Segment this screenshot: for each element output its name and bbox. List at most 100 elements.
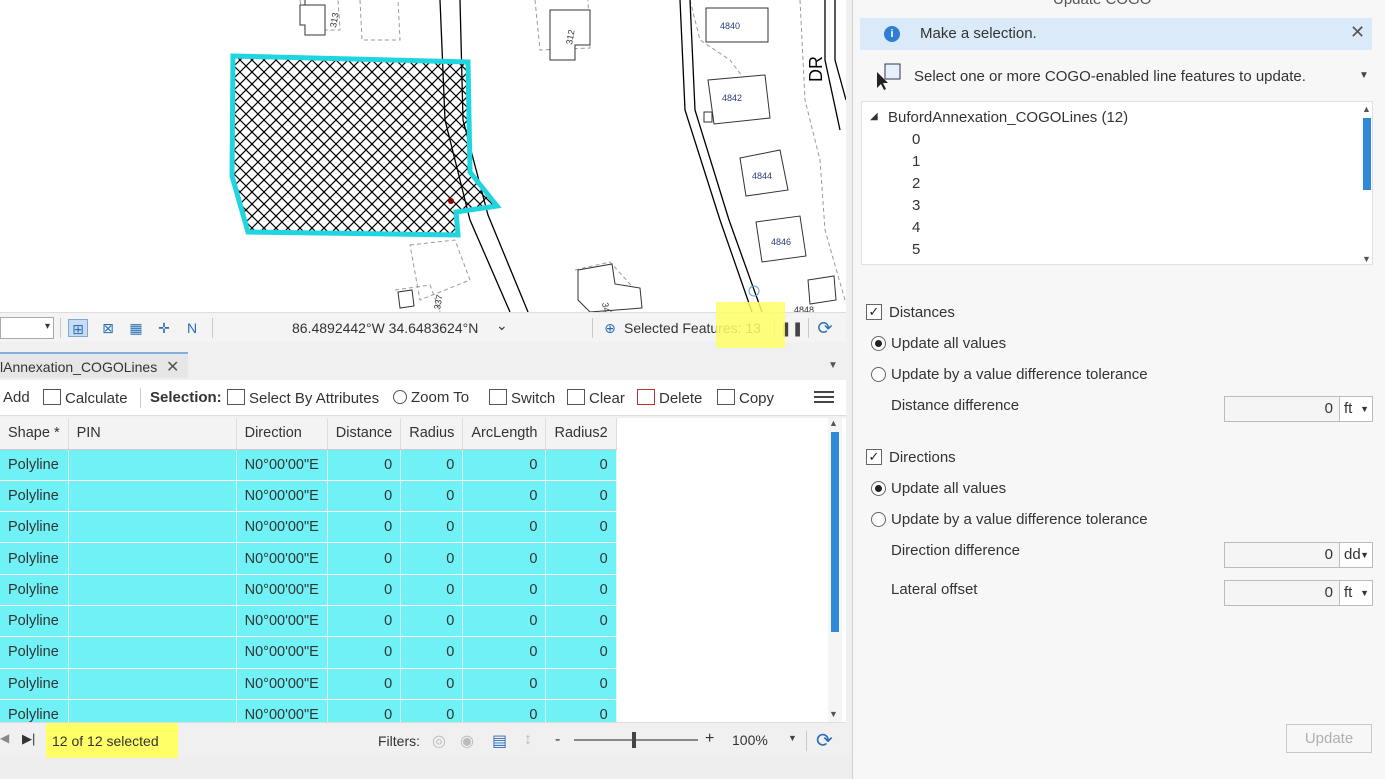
refresh-icon[interactable]: ⟳ bbox=[815, 319, 835, 337]
table-cell[interactable]: 0 bbox=[327, 511, 402, 544]
tree-layer[interactable]: BufordAnnexation_COGOLines (12) bbox=[888, 109, 1128, 126]
north-arrow-icon[interactable]: N bbox=[182, 319, 202, 337]
tab-cogolines[interactable]: lAnnexation_COGOLines ✕ bbox=[0, 352, 188, 378]
distances-checkbox[interactable]: ✓ bbox=[866, 304, 882, 320]
table-cell[interactable] bbox=[68, 605, 237, 638]
table-row[interactable]: Polyline N0°00'00"E 0 0 0 0 bbox=[0, 668, 617, 700]
table-cell[interactable]: 0 bbox=[400, 699, 464, 722]
table-cell[interactable]: 0 bbox=[327, 542, 402, 575]
add-button[interactable]: Add bbox=[3, 389, 30, 406]
lateral-offset-input[interactable]: 0 bbox=[1224, 580, 1340, 606]
table-cell[interactable]: 0 bbox=[462, 574, 547, 606]
table-cell[interactable]: 0 bbox=[327, 449, 402, 481]
zoom-slider[interactable] bbox=[574, 739, 698, 741]
scale-dropdown[interactable]: ▾ bbox=[0, 317, 54, 339]
tree-item[interactable]: 2 bbox=[912, 175, 920, 192]
table-cell[interactable]: 0 bbox=[327, 668, 402, 700]
table-cell[interactable] bbox=[68, 449, 237, 481]
map-canvas[interactable]: 313 312 4840 4842 4844 4846 346 337 4848… bbox=[0, 0, 846, 312]
table-cell[interactable]: 0 bbox=[462, 542, 547, 575]
table-cell[interactable] bbox=[68, 480, 237, 513]
table-row[interactable]: Polyline N0°00'00"E 0 0 0 0 bbox=[0, 449, 617, 481]
table-row[interactable]: Polyline N0°00'00"E 0 0 0 0 bbox=[0, 636, 617, 669]
grid-snap-icon[interactable]: ⊞ bbox=[68, 319, 88, 337]
distances-tolerance-radio[interactable] bbox=[871, 367, 886, 382]
grid-tool-icon[interactable]: ⊠ bbox=[98, 319, 118, 337]
table-cell[interactable]: 0 bbox=[545, 542, 617, 575]
chevron-down-icon[interactable]: ▼ bbox=[828, 360, 838, 371]
delete-button[interactable]: Delete bbox=[637, 389, 702, 407]
table-cell[interactable]: N0°00'00"E bbox=[236, 636, 328, 669]
tree-item[interactable]: 0 bbox=[912, 131, 920, 148]
zoom-to-button[interactable]: Zoom To bbox=[393, 389, 469, 406]
table-cell[interactable]: 0 bbox=[545, 574, 617, 606]
table-cell[interactable]: N0°00'00"E bbox=[236, 605, 328, 638]
table-cell[interactable]: 0 bbox=[462, 699, 547, 722]
table-cell[interactable]: Polyline bbox=[0, 636, 69, 669]
table-cell[interactable]: Polyline bbox=[0, 574, 69, 606]
table-cell[interactable]: 0 bbox=[545, 480, 617, 513]
direction-difference-input[interactable]: 0 bbox=[1224, 542, 1340, 568]
table-cell[interactable]: Polyline bbox=[0, 449, 69, 481]
chevron-down-icon[interactable]: ⌄ bbox=[496, 317, 508, 334]
tree-item[interactable]: 1 bbox=[912, 153, 920, 170]
table-cell[interactable]: Polyline bbox=[0, 511, 69, 544]
menu-icon[interactable] bbox=[814, 388, 834, 406]
table-cell[interactable]: N0°00'00"E bbox=[236, 511, 328, 544]
update-button[interactable]: Update bbox=[1286, 724, 1372, 753]
table-row[interactable]: Polyline N0°00'00"E 0 0 0 0 bbox=[0, 480, 617, 513]
table-cell[interactable]: N0°00'00"E bbox=[236, 699, 328, 722]
table-row[interactable]: Polyline N0°00'00"E 0 0 0 0 bbox=[0, 511, 617, 544]
distances-update-all-radio[interactable] bbox=[871, 336, 886, 351]
table-cell[interactable]: N0°00'00"E bbox=[236, 449, 328, 481]
select-tool-icon[interactable] bbox=[875, 62, 903, 90]
tree-item[interactable]: 4 bbox=[912, 219, 920, 236]
table-cell[interactable]: 0 bbox=[462, 511, 547, 544]
scroll-thumb[interactable] bbox=[1363, 118, 1371, 190]
table-cell[interactable]: 0 bbox=[545, 449, 617, 481]
zoom-out-button[interactable]: - bbox=[555, 731, 560, 749]
directions-tolerance-radio[interactable] bbox=[871, 512, 886, 527]
copy-button[interactable]: Copy bbox=[717, 389, 774, 407]
prev-icon[interactable]: ◀ bbox=[0, 731, 9, 745]
column-header[interactable]: Distance bbox=[327, 418, 402, 450]
distance-difference-input[interactable]: 0 bbox=[1224, 396, 1340, 422]
table-cell[interactable]: N0°00'00"E bbox=[236, 574, 328, 606]
column-header[interactable]: PIN bbox=[68, 418, 237, 450]
table-cell[interactable]: Polyline bbox=[0, 699, 69, 722]
table-cell[interactable]: 0 bbox=[327, 605, 402, 638]
column-header[interactable]: Shape * bbox=[0, 418, 69, 450]
table-row[interactable]: Polyline N0°00'00"E 0 0 0 0 bbox=[0, 574, 617, 606]
sort-icon[interactable]: ↕ bbox=[524, 731, 532, 749]
table-grid-icon[interactable]: ▦ bbox=[126, 319, 146, 337]
table-cell[interactable] bbox=[68, 574, 237, 606]
scroll-thumb[interactable] bbox=[831, 432, 839, 632]
chevron-down-icon[interactable]: ▼ bbox=[1359, 70, 1369, 81]
table-cell[interactable]: 0 bbox=[327, 636, 402, 669]
filter-visible-icon[interactable]: ◉ bbox=[460, 731, 474, 751]
table-cell[interactable]: N0°00'00"E bbox=[236, 668, 328, 700]
table-cell[interactable]: 0 bbox=[462, 449, 547, 481]
table-cell[interactable]: 0 bbox=[400, 542, 464, 575]
distance-unit-dropdown[interactable]: ft ▼ bbox=[1339, 396, 1373, 422]
column-header[interactable]: Radius2 bbox=[545, 418, 617, 450]
refresh-icon[interactable]: ⟳ bbox=[816, 728, 833, 753]
table-cell[interactable]: 0 bbox=[400, 449, 464, 481]
attribute-grid[interactable]: Shape * PIN Direction Distance Radius ArcLeng… bbox=[0, 418, 846, 722]
table-cell[interactable]: 0 bbox=[400, 636, 464, 669]
table-cell[interactable] bbox=[68, 511, 237, 544]
table-row[interactable]: Polyline N0°00'00"E 0 0 0 0 bbox=[0, 542, 617, 575]
zoom-in-button[interactable]: + bbox=[705, 730, 714, 748]
scroll-up-icon[interactable]: ▲ bbox=[829, 418, 838, 428]
table-cell[interactable]: 0 bbox=[545, 699, 617, 722]
filter-extent-icon[interactable]: ◎ bbox=[432, 731, 446, 751]
clear-button[interactable]: Clear bbox=[567, 389, 625, 407]
filter-table-icon[interactable]: ▤ bbox=[492, 731, 507, 751]
table-row[interactable]: Polyline N0°00'00"E 0 0 0 0 bbox=[0, 605, 617, 638]
calculate-button[interactable]: Calculate bbox=[43, 389, 128, 407]
table-cell[interactable]: 0 bbox=[462, 480, 547, 513]
chevron-down-icon[interactable]: ▼ bbox=[788, 733, 797, 743]
zoom-slider-handle[interactable] bbox=[632, 732, 636, 748]
table-cell[interactable]: Polyline bbox=[0, 480, 69, 513]
table-cell[interactable]: 0 bbox=[400, 574, 464, 606]
